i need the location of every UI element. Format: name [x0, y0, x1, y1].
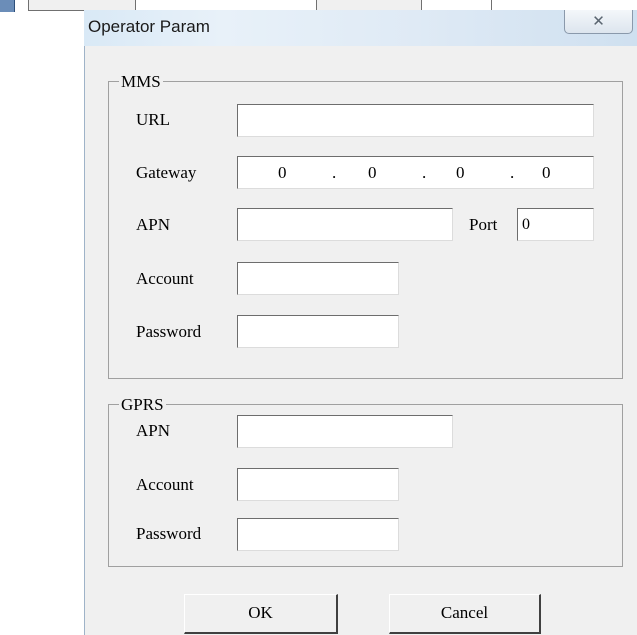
gprs-group-label: GPRS [119, 395, 166, 415]
gprs-apn-input[interactable] [237, 415, 453, 448]
url-input[interactable] [237, 104, 594, 137]
background-window-edge [0, 0, 15, 12]
gateway-octet-4[interactable]: 0 [542, 157, 551, 188]
mms-password-input[interactable] [237, 315, 399, 348]
gateway-dot: . [422, 163, 427, 182]
mms-apn-label: APN [136, 215, 171, 234]
gprs-account-input[interactable] [237, 468, 399, 501]
mms-account-input[interactable] [237, 262, 399, 295]
mms-password-label: Password [136, 322, 202, 341]
gprs-account-label: Account [136, 475, 194, 494]
gateway-ip-input[interactable]: 0 . 0 . 0 . 0 [237, 156, 594, 189]
close-button[interactable]: ✕ [564, 10, 633, 34]
port-label: Port [469, 215, 498, 234]
mms-account-label: Account [136, 269, 194, 288]
dialog-title: Operator Param [88, 17, 210, 36]
gprs-apn-label: APN [136, 421, 171, 440]
port-input[interactable]: 0 [517, 208, 594, 241]
mms-group-label: MMS [119, 72, 163, 92]
cancel-button[interactable]: Cancel [389, 594, 541, 634]
gateway-octet-1[interactable]: 0 [278, 157, 287, 188]
gateway-dot: . [332, 163, 337, 182]
close-x-icon: ✕ [592, 12, 605, 30]
gateway-octet-3[interactable]: 0 [456, 157, 465, 188]
mms-apn-input[interactable] [237, 208, 453, 241]
gateway-octet-2[interactable]: 0 [368, 157, 377, 188]
gprs-password-input[interactable] [237, 518, 399, 551]
dialog-client-area: MMS URL Gateway 0 . 0 . 0 . 0 APN Port 0… [84, 46, 637, 635]
title-bar[interactable]: Operator Param ✕ [84, 10, 637, 46]
operator-param-dialog: Operator Param ✕ MMS URL Gateway 0 . 0 .… [84, 10, 637, 635]
ok-button[interactable]: OK [184, 594, 338, 634]
gateway-dot: . [510, 163, 515, 182]
gprs-password-label: Password [136, 524, 202, 543]
gateway-label: Gateway [136, 163, 197, 182]
url-label: URL [136, 110, 170, 129]
